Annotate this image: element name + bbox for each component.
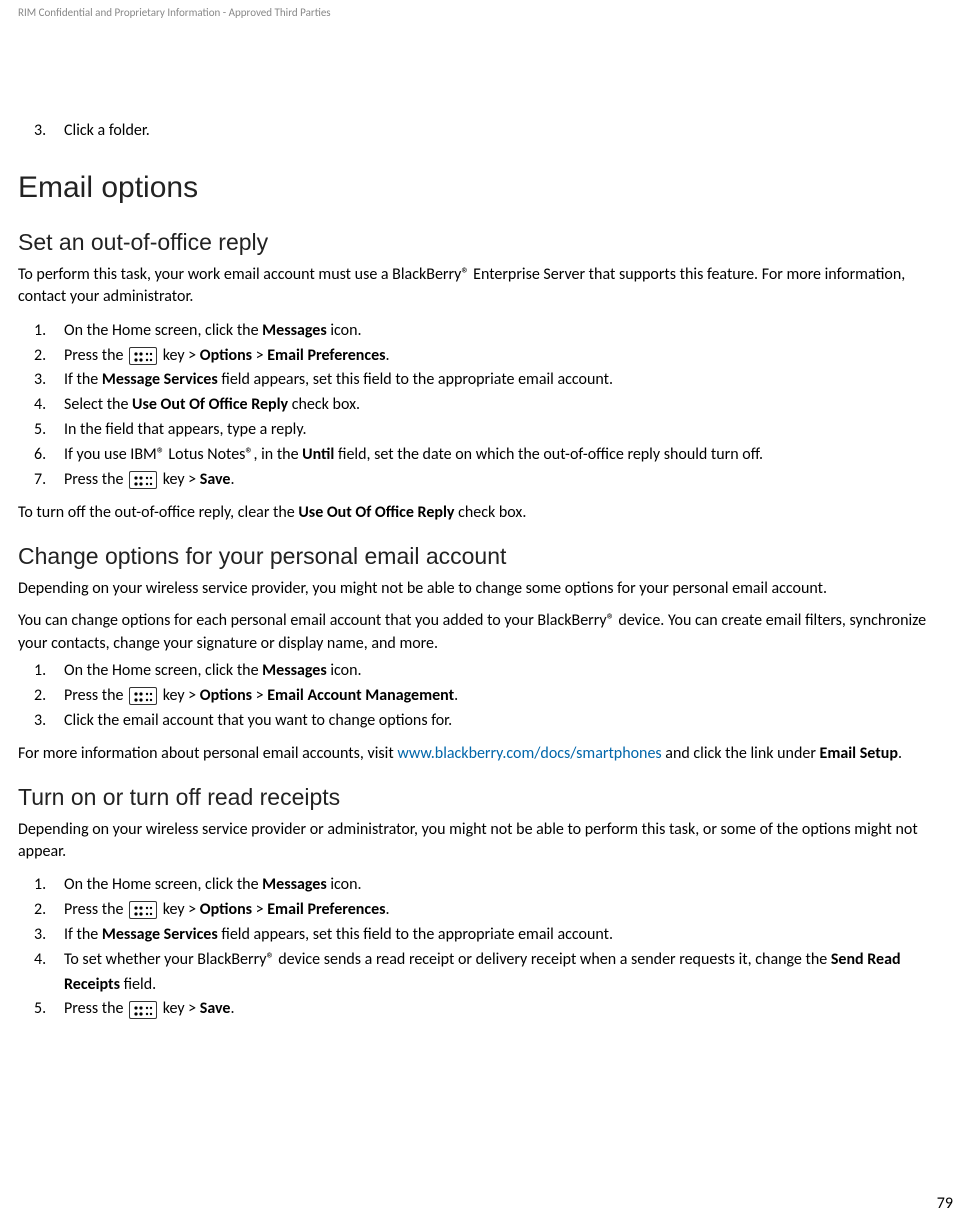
step-number: 1. — [34, 659, 52, 684]
steps-list: 1. On the Home screen, click the Messages… — [18, 873, 955, 1022]
step-text: Select the Use Out Of Office Reply check… — [64, 393, 955, 418]
bold-text: Until — [302, 445, 334, 464]
step-text: Press the key > Save. — [64, 997, 955, 1022]
step-text: To set whether your BlackBerry® device s… — [64, 948, 955, 998]
paragraph: Depending on your wireless service provi… — [18, 819, 955, 864]
step-number: 7. — [34, 468, 52, 493]
step-number: 1. — [34, 873, 52, 898]
step-number: 5. — [34, 418, 52, 443]
text: . — [898, 744, 902, 763]
step-text: If the Message Services field appears, s… — [64, 368, 955, 393]
list-item: 1. On the Home screen, click the Messages… — [34, 319, 955, 344]
list-item: 1. On the Home screen, click the Messages… — [34, 873, 955, 898]
list-item: 6. If you use IBM® Lotus Notes®, in the U… — [34, 443, 955, 468]
intro-paragraph: To perform this task, your work email ac… — [18, 264, 955, 309]
bold-text: Messages — [262, 661, 327, 680]
bold-text: Save — [200, 999, 231, 1018]
subsection-heading: Set an out-of-office reply — [18, 229, 955, 256]
bold-text: Use Out Of Office Reply — [132, 395, 288, 414]
step-number: 3. — [34, 368, 52, 393]
step-number: 5. — [34, 997, 52, 1022]
steps-list: 1. On the Home screen, click the Messages… — [18, 319, 955, 493]
bold-text: Email Preferences — [267, 346, 385, 365]
menu-key-icon — [129, 471, 157, 489]
list-item: 2. Press the key > Options > Email Accoun… — [34, 684, 955, 709]
step-number: 1. — [34, 319, 52, 344]
step-number: 4. — [34, 393, 52, 418]
bold-text: Save — [200, 470, 231, 489]
step-number: 2. — [34, 898, 52, 923]
list-item: 3. Click the email account that you want … — [34, 709, 955, 734]
bold-text: Email Setup — [820, 744, 898, 763]
text: To turn off the out-of-office reply, cle… — [18, 503, 298, 522]
list-item: 7. Press the key > Save. — [34, 468, 955, 493]
list-item: 2. Press the key > Options > Email Prefer… — [34, 344, 955, 369]
step-number: 3. — [34, 923, 52, 948]
step-number: 4. — [34, 948, 52, 973]
bold-text: Options — [200, 346, 252, 365]
list-item: 2. Press the key > Options > Email Prefer… — [34, 898, 955, 923]
bold-text: Email Preferences — [267, 900, 385, 919]
list-item: 1. On the Home screen, click the Messages… — [34, 659, 955, 684]
step-text: Press the key > Save. — [64, 468, 955, 493]
list-item: 3. If the Message Services field appears,… — [34, 368, 955, 393]
list-item: 5. In the field that appears, type a repl… — [34, 418, 955, 443]
step-text: If the Message Services field appears, s… — [64, 923, 955, 948]
continued-list: 3. Click a folder. — [18, 119, 955, 143]
docs-link[interactable]: www.blackberry.com/docs/smartphones — [397, 744, 661, 763]
step-number: 2. — [34, 684, 52, 709]
subsection-heading: Turn on or turn off read receipts — [18, 784, 955, 811]
paragraph: You can change options for each personal… — [18, 610, 955, 655]
bold-text: Use Out Of Office Reply — [298, 503, 454, 522]
step-text: Press the key > Options > Email Preferen… — [64, 898, 955, 923]
menu-key-icon — [129, 1001, 157, 1019]
step-text: Press the key > Options > Email Preferen… — [64, 344, 955, 369]
step-text: On the Home screen, click the Messages i… — [64, 659, 955, 684]
outro-paragraph: For more information about personal emai… — [18, 743, 955, 765]
list-item: 5. Press the key > Save. — [34, 997, 955, 1022]
bold-text: Message Services — [102, 370, 218, 389]
bold-text: Options — [200, 900, 252, 919]
menu-key-icon — [129, 687, 157, 705]
list-item: 3. Click a folder. — [34, 119, 955, 143]
step-number: 3. — [34, 709, 52, 734]
step-text: On the Home screen, click the Messages i… — [64, 319, 955, 344]
bold-text: Options — [200, 686, 252, 705]
section-heading: Email options — [18, 171, 955, 205]
step-text: Click a folder. — [64, 119, 150, 143]
step-text: Click the email account that you want to… — [64, 709, 955, 734]
step-text: On the Home screen, click the Messages i… — [64, 873, 955, 898]
list-item: 4. To set whether your BlackBerry® device… — [34, 948, 955, 998]
bold-text: Messages — [262, 321, 327, 340]
list-item: 4. Select the Use Out Of Office Reply che… — [34, 393, 955, 418]
text: and click the link under — [662, 744, 820, 763]
bold-text: Message Services — [102, 925, 218, 944]
steps-list: 1. On the Home screen, click the Messages… — [18, 659, 955, 733]
menu-key-icon — [129, 901, 157, 919]
list-item: 3. If the Message Services field appears,… — [34, 923, 955, 948]
text: For more information about personal emai… — [18, 744, 397, 763]
paragraph: Depending on your wireless service provi… — [18, 578, 955, 600]
outro-paragraph: To turn off the out-of-office reply, cle… — [18, 502, 955, 524]
step-text: If you use IBM® Lotus Notes®, in the Unt… — [64, 443, 955, 468]
step-text: Press the key > Options > Email Account … — [64, 684, 955, 709]
menu-key-icon — [129, 347, 157, 365]
text: check box. — [454, 503, 526, 522]
step-text: In the field that appears, type a reply. — [64, 418, 955, 443]
confidential-header: RIM Confidential and Proprietary Informa… — [18, 0, 955, 19]
bold-text: Email Account Management — [267, 686, 454, 705]
step-number: 6. — [34, 443, 52, 468]
page-number: 79 — [937, 1194, 953, 1213]
subsection-heading: Change options for your personal email a… — [18, 543, 955, 570]
bold-text: Send Read Receipts — [64, 950, 901, 994]
step-number: 3. — [34, 119, 52, 143]
bold-text: Messages — [262, 875, 327, 894]
step-number: 2. — [34, 344, 52, 369]
